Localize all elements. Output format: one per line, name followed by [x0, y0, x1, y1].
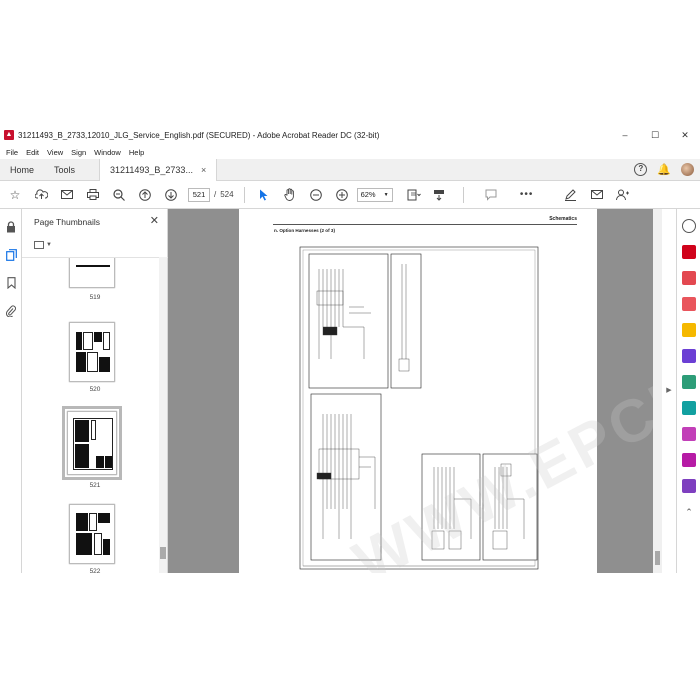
right-tools-rail: ⌃	[676, 209, 700, 573]
tab-document[interactable]: 31211493_B_2733... ×	[99, 158, 218, 181]
hand-icon[interactable]	[279, 184, 301, 206]
tab-bar: Home Tools 31211493_B_2733... × ? 🔔	[0, 158, 700, 181]
close-window-button[interactable]: ✕	[670, 125, 700, 145]
upload-icon[interactable]	[30, 184, 52, 206]
schematic-drawing	[299, 246, 539, 570]
edit-pdf-icon[interactable]	[682, 271, 696, 285]
envelope-icon[interactable]	[586, 184, 608, 206]
export-pdf-icon[interactable]	[682, 245, 696, 259]
tab-bar-actions: ? 🔔	[634, 163, 700, 176]
tab-tools[interactable]: Tools	[44, 159, 85, 181]
more-icon[interactable]: •••	[516, 184, 538, 206]
close-tab-icon[interactable]: ×	[201, 159, 206, 181]
panel-title: Page Thumbnails	[34, 217, 100, 227]
more-tools-icon[interactable]	[682, 479, 696, 493]
collapse-right-panel-handle[interactable]: ▶	[664, 380, 674, 400]
maximize-button[interactable]: ☐	[640, 125, 670, 145]
avatar[interactable]	[681, 163, 694, 176]
select-cursor-icon[interactable]	[253, 184, 275, 206]
fill-sign-icon[interactable]	[682, 427, 696, 441]
attachment-icon[interactable]	[0, 297, 22, 325]
options-grid-icon	[34, 241, 44, 249]
thumbnail-label: 521	[89, 482, 101, 489]
protect-icon[interactable]	[682, 453, 696, 467]
bookmark-icon[interactable]	[0, 269, 22, 297]
document-scrollbar[interactable]	[653, 209, 662, 573]
thumbnail-options-button[interactable]: ▼	[34, 239, 56, 251]
fit-icon[interactable]	[403, 184, 425, 206]
menu-bar: File Edit View Sign Window Help	[0, 145, 700, 159]
panel-scrollbar[interactable]	[159, 257, 167, 573]
add-user-icon[interactable]	[612, 184, 634, 206]
tab-home[interactable]: Home	[0, 159, 44, 181]
menu-sign[interactable]: Sign	[71, 148, 86, 157]
prev-page-icon[interactable]	[134, 184, 156, 206]
window-title: 31211493_B_2733,12010_JLG_Service_Englis…	[18, 130, 380, 140]
comment-icon[interactable]	[480, 184, 502, 206]
zoom-select[interactable]: 62% ▼	[356, 187, 393, 202]
create-pdf-icon[interactable]	[682, 297, 696, 311]
search-tool-icon[interactable]	[682, 219, 696, 233]
close-panel-icon[interactable]: ✕	[150, 214, 159, 227]
main-toolbar: ☆ 521 / 524 62% ▼ •••	[0, 181, 700, 209]
bell-icon[interactable]: 🔔	[657, 163, 671, 176]
menu-edit[interactable]: Edit	[26, 148, 39, 157]
thumbnail-521[interactable]	[62, 406, 122, 480]
zoom-out-icon[interactable]	[108, 184, 130, 206]
thumbnail-label: 522	[89, 568, 101, 573]
document-viewport[interactable]: Schematics n. Option Harnesses (2 of 3)	[168, 209, 662, 573]
title-bar: ▲ 31211493_B_2733,12010_JLG_Service_Engl…	[0, 125, 700, 145]
comment-tool-icon[interactable]	[682, 323, 696, 337]
pdf-page: Schematics n. Option Harnesses (2 of 3)	[239, 209, 597, 573]
expand-tools-icon[interactable]: ⌃	[682, 505, 696, 519]
tab-document-label: 31211493_B_2733...	[110, 164, 193, 175]
menu-window[interactable]: Window	[94, 148, 121, 157]
menu-view[interactable]: View	[47, 148, 63, 157]
thumbnail-label: 520	[89, 386, 101, 393]
thumbnail-522[interactable]	[69, 504, 115, 564]
scroll-mode-icon[interactable]	[429, 184, 451, 206]
menu-help[interactable]: Help	[129, 148, 144, 157]
star-icon[interactable]: ☆	[4, 184, 26, 206]
minus-icon[interactable]	[305, 184, 327, 206]
panel-scroll-thumb[interactable]	[160, 547, 166, 559]
total-pages: 524	[220, 190, 234, 199]
plus-icon[interactable]	[331, 184, 353, 206]
thumbnail-519[interactable]	[69, 258, 115, 288]
minimize-button[interactable]: –	[610, 125, 640, 145]
document-scroll-thumb[interactable]	[655, 551, 660, 565]
mail-icon[interactable]	[56, 184, 78, 206]
thumbnail-520[interactable]	[69, 322, 115, 382]
thumbnails-icon[interactable]	[0, 241, 22, 269]
page-number-input[interactable]: 521	[188, 187, 210, 202]
chevron-down-icon: ▼	[46, 242, 52, 248]
page-thumbnails-panel: Page Thumbnails ✕ ▼ 519 520 521 522	[22, 209, 168, 573]
organize-pages-icon[interactable]	[682, 375, 696, 389]
pdf-icon: ▲	[4, 130, 14, 140]
print-icon[interactable]	[82, 184, 104, 206]
chevron-down-icon: ▼	[383, 191, 389, 198]
enhance-scans-icon[interactable]	[682, 401, 696, 415]
toolbar-divider	[243, 186, 245, 203]
sign-icon[interactable]	[560, 184, 582, 206]
left-nav-rail	[0, 209, 22, 573]
zoom-value: 62%	[360, 190, 376, 199]
next-page-icon[interactable]	[160, 184, 182, 206]
lock-icon[interactable]	[0, 213, 22, 241]
toolbar-divider-2	[462, 186, 464, 203]
page-separator: /	[214, 190, 217, 199]
help-icon[interactable]: ?	[634, 163, 648, 176]
combine-files-icon[interactable]	[682, 349, 696, 363]
thumbnail-label: 519	[89, 294, 101, 301]
acrobat-window: ▲ 31211493_B_2733,12010_JLG_Service_Engl…	[0, 125, 700, 573]
thumbnail-list: 519 520 521 522	[22, 257, 168, 573]
menu-file[interactable]: File	[6, 148, 18, 157]
